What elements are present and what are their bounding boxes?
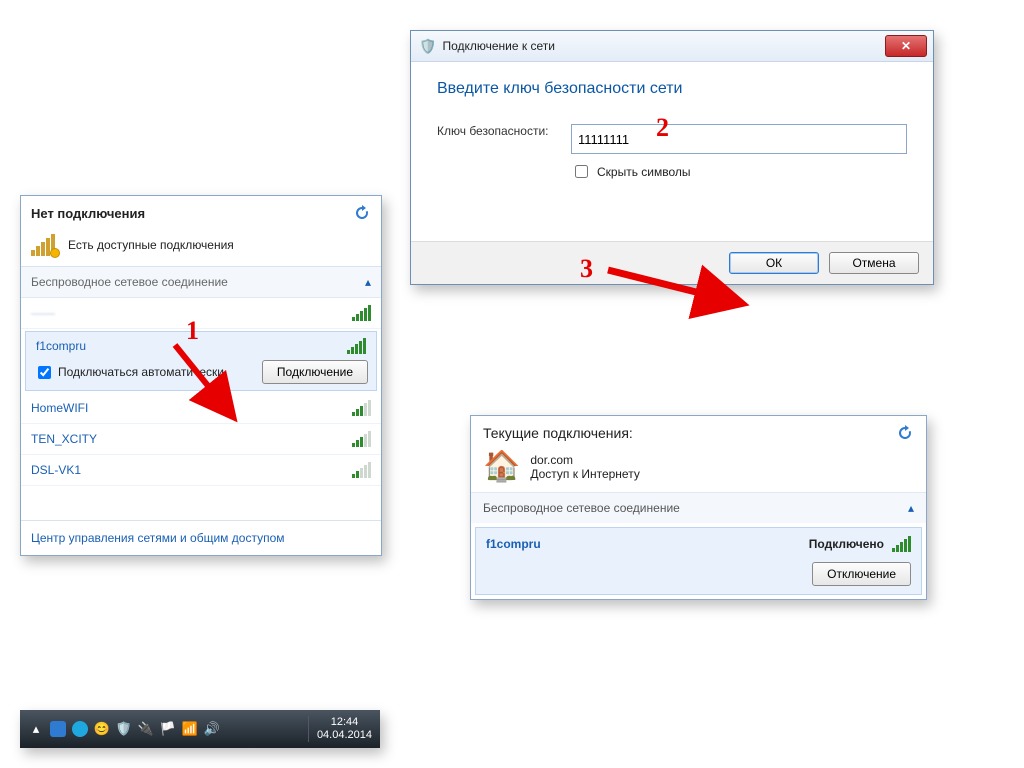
tray-app-icon[interactable]	[50, 721, 66, 737]
system-tray: ▴ 😊 🛡️ 🔌 🏳️ 📶 🔊	[20, 721, 308, 737]
network-item[interactable]: TEN_XCITY	[21, 424, 381, 455]
power-icon[interactable]: 🔌	[138, 721, 154, 737]
hide-chars-label: Скрыть символы	[597, 165, 691, 179]
signal-icon	[347, 338, 366, 354]
security-key-input[interactable]	[571, 124, 907, 154]
signal-icon	[892, 536, 911, 552]
signal-icon	[352, 305, 371, 321]
network-item[interactable]: ——	[21, 298, 381, 329]
home-network-icon: 🏠	[483, 452, 520, 482]
auto-connect-checkbox[interactable]	[38, 366, 51, 379]
refresh-icon[interactable]	[353, 204, 371, 222]
taskbar: ▴ 😊 🛡️ 🔌 🏳️ 📶 🔊 12:44 04.04.2014	[20, 710, 380, 748]
clock-time: 12:44	[317, 716, 372, 729]
tray-app-icon[interactable]: 😊	[94, 721, 110, 737]
callout-2: 2	[656, 113, 669, 143]
network-item[interactable]: DSL-VK1	[21, 455, 381, 486]
signal-icon	[352, 431, 371, 447]
hide-chars-checkbox[interactable]	[575, 165, 588, 178]
connect-button[interactable]: Подключение	[262, 360, 368, 384]
wireless-section-label: Беспроводное сетевое соединение	[483, 501, 680, 515]
chevron-up-icon[interactable]: ▴	[365, 275, 371, 289]
connected-network-item[interactable]: f1compru Подключено Отключение	[475, 527, 922, 595]
flag-icon[interactable]: 🏳️	[160, 721, 176, 737]
cancel-button[interactable]: Отмена	[829, 252, 919, 274]
close-button[interactable]: ✕	[885, 35, 927, 57]
signal-icon	[352, 400, 371, 416]
internet-access-label: Доступ к Интернету	[530, 467, 639, 481]
security-key-label: Ключ безопасности:	[437, 124, 557, 140]
wireless-section-label: Беспроводное сетевое соединение	[31, 275, 228, 289]
current-connections-label: Текущие подключения:	[483, 425, 633, 441]
callout-3: 3	[580, 254, 593, 284]
network-center-link[interactable]: Центр управления сетями и общим доступом	[21, 520, 381, 555]
available-connections-label: Есть доступные подключения	[68, 238, 234, 252]
network-name: HomeWIFI	[31, 401, 88, 415]
tray-app-icon[interactable]	[72, 721, 88, 737]
volume-icon[interactable]: 🔊	[204, 721, 220, 737]
refresh-icon[interactable]	[896, 424, 914, 442]
domain-label: dor.com	[530, 453, 639, 467]
network-name: TEN_XCITY	[31, 432, 97, 446]
taskbar-clock[interactable]: 12:44 04.04.2014	[308, 716, 380, 742]
arrow-3-icon	[598, 258, 758, 321]
network-name: f1compru	[486, 537, 541, 551]
arrow-1-icon	[160, 335, 250, 428]
chevron-up-icon[interactable]: ▴	[908, 501, 914, 515]
network-tray-icon[interactable]: 📶	[182, 721, 198, 737]
network-name: DSL-VK1	[31, 463, 81, 477]
current-connections-flyout: Текущие подключения: 🏠 dor.com Доступ к …	[470, 415, 927, 600]
tray-app-icon[interactable]: 🛡️	[116, 721, 132, 737]
dialog-titlebar[interactable]: 🛡️ Подключение к сети ✕	[411, 31, 933, 62]
shield-icon: 🛡️	[419, 38, 436, 55]
clock-date: 04.04.2014	[317, 729, 372, 742]
tray-up-icon[interactable]: ▴	[28, 721, 44, 737]
no-connection-label: Нет подключения	[31, 206, 145, 221]
signal-available-icon	[31, 234, 60, 256]
disconnect-button[interactable]: Отключение	[812, 562, 911, 586]
connected-status-label: Подключено	[809, 537, 884, 551]
dialog-heading: Введите ключ безопасности сети	[437, 80, 907, 98]
signal-icon	[352, 462, 371, 478]
network-name: ——	[31, 306, 55, 320]
security-key-dialog: 🛡️ Подключение к сети ✕ Введите ключ без…	[410, 30, 934, 285]
dialog-title: Подключение к сети	[442, 39, 554, 53]
network-name: f1compru	[36, 339, 86, 353]
